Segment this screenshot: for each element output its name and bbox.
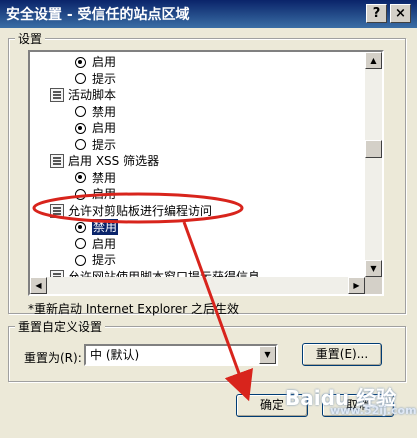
scroll-left-icon[interactable]: ◀ <box>30 277 47 294</box>
setting-label: 提示 <box>92 253 117 267</box>
radio-icon[interactable] <box>75 56 86 68</box>
scroll-up-icon[interactable]: ▲ <box>365 52 382 69</box>
scroll-right-icon[interactable]: ▶ <box>348 277 365 294</box>
vertical-scrollbar[interactable]: ▲ ▼ <box>365 52 382 277</box>
setting-category[interactable]: 允许对剪贴板进行编程访问 <box>50 203 212 219</box>
settings-group-label: 设置 <box>15 30 46 47</box>
setting-label: 允许对剪贴板进行编程访问 <box>68 203 213 218</box>
settings-list-content: 启用 提示 活动脚本 禁用 启用 提示 启用 XSS 筛选器 禁用 启用 允许对剪贴板进行编程访问… <box>30 52 365 277</box>
setting-category[interactable]: 启用 XSS 筛选器 <box>50 153 159 169</box>
watermark-url: www.52ij.com <box>330 404 417 417</box>
settings-list[interactable]: 启用 提示 活动脚本 禁用 启用 提示 启用 XSS 筛选器 禁用 启用 允许对剪贴板进行编程访问… <box>28 50 384 296</box>
setting-label: 启用 <box>92 55 117 69</box>
setting-icon <box>50 203 64 218</box>
setting-option[interactable]: 启用 <box>75 54 116 70</box>
radio-icon[interactable] <box>75 73 86 84</box>
security-settings-dialog: 安全设置 - 受信任的站点区域 ? × 设置 启用 提示 活动脚本 禁用 启用 提示 启用 … <box>0 0 417 438</box>
setting-label: 活动脚本 <box>68 88 117 102</box>
setting-option[interactable]: 启用 <box>75 186 116 202</box>
setting-option[interactable]: 启用 <box>75 120 116 136</box>
radio-icon[interactable] <box>75 139 86 150</box>
setting-option[interactable]: 禁用 <box>75 104 116 120</box>
radio-icon[interactable] <box>75 106 86 117</box>
setting-option[interactable]: 启用 <box>75 236 116 252</box>
setting-label: 启用 <box>92 121 117 135</box>
horizontal-scrollbar[interactable]: ◀ ▶ <box>30 277 365 294</box>
setting-label: 禁用 <box>92 104 117 119</box>
window-title: 安全设置 - 受信任的站点区域 <box>6 7 190 23</box>
reset-group-label: 重置自定义设置 <box>15 318 106 335</box>
setting-category[interactable]: 活动脚本 <box>50 87 116 103</box>
radio-icon[interactable] <box>75 238 86 249</box>
setting-label: 提示 <box>92 137 117 152</box>
radio-icon[interactable] <box>75 122 86 134</box>
scroll-down-icon[interactable]: ▼ <box>365 260 382 277</box>
scroll-thumb[interactable] <box>365 140 382 158</box>
setting-option[interactable]: 提示 <box>75 71 116 87</box>
dropdown-arrow-icon[interactable]: ▼ <box>259 346 276 364</box>
setting-label: 禁用 <box>92 170 117 185</box>
radio-icon[interactable] <box>75 221 86 233</box>
setting-icon <box>50 88 64 102</box>
reset-to-label: 重置为(R): <box>24 351 82 365</box>
setting-label: 启用 <box>92 187 117 201</box>
setting-category[interactable]: 允许网站使用脚本窗口提示获得信息 <box>50 269 261 278</box>
setting-option[interactable]: 提示 <box>75 137 116 153</box>
close-button[interactable]: × <box>390 4 411 23</box>
setting-label: 启用 <box>92 236 117 251</box>
setting-label: 禁用 <box>92 219 119 235</box>
radio-icon[interactable] <box>75 188 86 200</box>
reset-button[interactable]: 重置(E)... <box>302 343 382 366</box>
setting-icon <box>50 154 64 168</box>
setting-option[interactable]: 提示 <box>75 252 116 268</box>
setting-option[interactable]: 禁用 <box>75 170 116 186</box>
setting-label: 启用 XSS 筛选器 <box>68 154 160 168</box>
reset-level-value: 中 (默认) <box>90 348 140 362</box>
help-button[interactable]: ? <box>366 4 387 23</box>
scroll-corner <box>365 277 382 294</box>
setting-icon <box>50 269 64 277</box>
setting-label: 允许网站使用脚本窗口提示获得信息 <box>68 269 261 278</box>
restart-note: *重新启动 Internet Explorer 之后生效 <box>28 302 240 316</box>
setting-option[interactable]: 禁用 <box>75 219 119 235</box>
radio-icon[interactable] <box>75 172 86 183</box>
reset-level-select[interactable]: 中 (默认) ▼ <box>84 344 278 366</box>
setting-label: 提示 <box>92 71 117 86</box>
radio-icon[interactable] <box>75 254 86 266</box>
title-bar: 安全设置 - 受信任的站点区域 ? × <box>0 0 417 28</box>
